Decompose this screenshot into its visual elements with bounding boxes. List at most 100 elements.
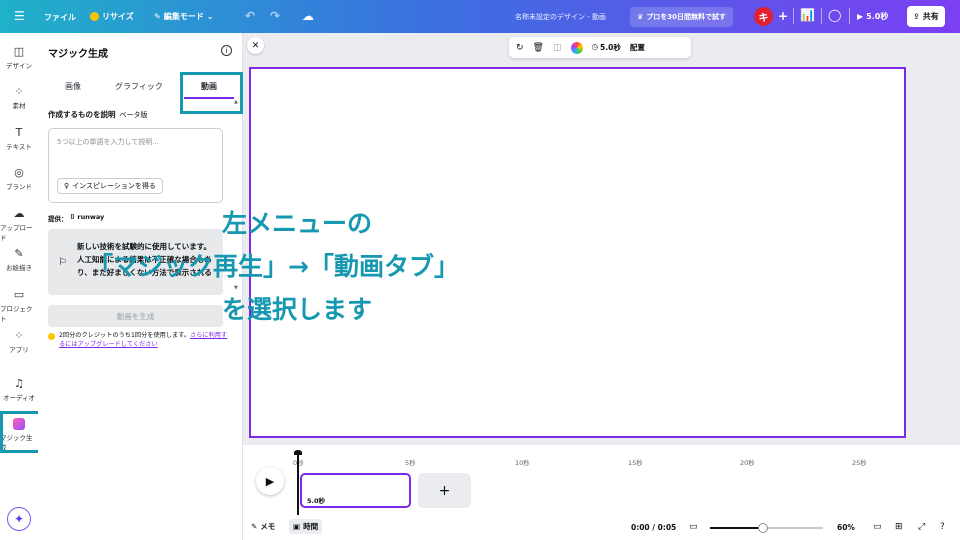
- pro-trial-button[interactable]: ♛ プロを30日間無料で試す: [630, 7, 734, 27]
- folder-icon: ▭: [13, 288, 25, 301]
- text-icon: T: [15, 126, 23, 139]
- add-clip-button[interactable]: +: [418, 473, 471, 508]
- rail-item-text[interactable]: T テキスト: [0, 126, 38, 151]
- share-label: 共有: [922, 12, 939, 21]
- timeline: 0秒 5秒 10秒 15秒 20秒 25秒 ▶ 5.0秒 + ✎メモ ▣時間 0…: [243, 445, 960, 540]
- monitor-icon[interactable]: ▭: [689, 522, 698, 532]
- layout-icon: ◫: [13, 45, 25, 58]
- close-panel-icon[interactable]: ✕: [247, 37, 264, 54]
- notes-button[interactable]: ✎ メモ: [251, 521, 275, 532]
- resize-button[interactable]: リサイズ: [90, 11, 134, 22]
- rail-item-design[interactable]: ◫ デザイン: [0, 45, 38, 70]
- rail-item-projects[interactable]: ▭ プロジェクト: [0, 288, 38, 323]
- undo-icon[interactable]: ↶: [245, 9, 255, 23]
- edit-mode-label: 編集モード: [163, 12, 204, 21]
- apps-icon: ⁘: [14, 329, 24, 342]
- rail-label: 素材: [12, 102, 26, 110]
- comment-icon[interactable]: ◯: [828, 8, 841, 22]
- rail-item-upload[interactable]: ☁ アップロード: [0, 207, 38, 242]
- ai-assistant-icon[interactable]: ✦: [7, 507, 31, 531]
- page-view-icon[interactable]: ▭: [873, 522, 882, 532]
- crown-icon: ♛: [637, 13, 644, 21]
- rail-label: お絵描き: [6, 264, 32, 272]
- tick-label: 25秒: [852, 459, 867, 467]
- resize-label: リサイズ: [102, 12, 134, 21]
- pro-trial-label: プロを30日間無料で試す: [646, 13, 727, 21]
- credit-icon: [48, 333, 55, 340]
- draw-icon: ✎: [14, 247, 24, 260]
- present-button[interactable]: ▶ 5.0秒: [857, 11, 888, 22]
- audio-icon: ♫: [14, 377, 24, 390]
- lightbulb-icon: ♀: [64, 182, 70, 190]
- prompt-input[interactable]: 5つ以上の単語を入力して説明... ♀ インスピレーションを得る: [48, 128, 223, 203]
- file-menu[interactable]: ファイル: [44, 12, 76, 23]
- menu-icon[interactable]: ☰: [14, 9, 25, 23]
- tick-label: 5秒: [405, 459, 416, 467]
- rail-label: デザイン: [6, 62, 32, 70]
- refresh-icon[interactable]: ↻: [516, 43, 524, 53]
- time-button[interactable]: ▣ 時間: [289, 519, 323, 534]
- tick-label: 10秒: [515, 459, 530, 467]
- rail-item-draw[interactable]: ✎ お絵描き: [0, 247, 38, 272]
- crown-icon: [90, 12, 99, 21]
- clip-duration: 5.0秒: [307, 497, 326, 505]
- arrange-button[interactable]: 配置: [630, 42, 645, 53]
- zoom-thumb[interactable]: [758, 523, 769, 533]
- tick-label: 20秒: [740, 459, 755, 467]
- overlay-line-1: 左メニューの: [222, 209, 373, 238]
- top-bar: ☰ ファイル リサイズ ✎ 編集モード ⌄ ↶ ↷ ☁ 名称未設定のデザイン - 動…: [0, 0, 960, 33]
- notes-icon: ✎: [251, 522, 258, 531]
- rail-item-brand[interactable]: ◎ ブランド: [0, 166, 38, 191]
- rail-item-elements[interactable]: ⁘ 素材: [0, 85, 38, 110]
- chevron-down-icon: ⌄: [206, 12, 214, 21]
- describe-text: 作成するものを説明: [48, 110, 116, 119]
- cloud-sync-icon[interactable]: ☁: [302, 9, 314, 23]
- beta-badge: ベータ版: [119, 111, 148, 119]
- flag-icon: ⚐: [58, 257, 67, 268]
- side-rail: ◫ デザイン ⁘ 素材 T テキスト ◎ ブランド ☁ アップロード ✎ お絵描き ▭ プロジ…: [0, 33, 38, 540]
- credit-text: 2回分のクレジットのうち1回分を使用します。: [59, 332, 191, 339]
- rail-label: アップロード: [0, 224, 33, 242]
- add-collaborator-icon[interactable]: +: [778, 9, 788, 23]
- prompt-placeholder: 5つ以上の単語を入力して説明...: [57, 138, 159, 146]
- provider-name: runway: [77, 213, 105, 221]
- redo-icon[interactable]: ↷: [270, 9, 280, 23]
- rail-label: ブランド: [6, 183, 32, 191]
- rail-label: プロジェクト: [0, 305, 33, 323]
- rail-item-audio[interactable]: ♫ オーディオ: [0, 377, 38, 402]
- play-button[interactable]: ▶: [256, 467, 284, 495]
- play-icon: ▶: [265, 474, 275, 488]
- split-icon[interactable]: ◫: [553, 43, 562, 53]
- zoom-slider[interactable]: [710, 523, 823, 533]
- playhead[interactable]: [297, 453, 299, 515]
- divider: [821, 8, 822, 24]
- inspiration-button[interactable]: ♀ インスピレーションを得る: [57, 178, 163, 194]
- video-clip[interactable]: 5.0秒: [300, 473, 411, 508]
- avatar[interactable]: キ: [754, 7, 773, 26]
- help-icon[interactable]: ?: [940, 522, 945, 532]
- timeline-icon: ▣: [293, 522, 301, 531]
- info-icon[interactable]: i: [221, 45, 232, 56]
- trash-icon[interactable]: 🗑: [533, 43, 544, 53]
- credit-notice: 2回分のクレジットのうち1回分を使用します。さらに利用するにはアップグレードして…: [59, 331, 229, 349]
- grid-view-icon[interactable]: ⊞: [895, 522, 903, 532]
- generate-video-button[interactable]: 動画を生成: [48, 305, 223, 327]
- tab-image[interactable]: 画像: [65, 81, 81, 92]
- document-title[interactable]: 名称未設定のデザイン - 動画: [515, 12, 606, 22]
- edit-mode-button[interactable]: ✎ 編集モード ⌄: [154, 11, 213, 22]
- overlay-line-3: を選択します: [222, 295, 373, 324]
- tab-highlight-box: [180, 72, 243, 114]
- play-icon: ▶: [857, 12, 864, 21]
- inspiration-label: インスピレーションを得る: [72, 182, 156, 190]
- provider-line: 提供： ⌷ runway: [48, 213, 104, 223]
- duration-button[interactable]: ◷ 5.0秒: [592, 42, 621, 53]
- timecode: 0:00 / 0:05: [631, 523, 677, 532]
- color-icon[interactable]: [570, 41, 583, 54]
- share-button[interactable]: ⇪ 共有: [907, 6, 945, 27]
- insights-icon[interactable]: 📊: [800, 8, 815, 22]
- share-icon: ⇪: [913, 12, 920, 21]
- divider: [849, 8, 850, 24]
- fullscreen-icon[interactable]: ⤢: [918, 522, 925, 532]
- tab-graphic[interactable]: グラフィック: [115, 81, 163, 92]
- rail-item-apps[interactable]: ⁘ アプリ: [0, 329, 38, 354]
